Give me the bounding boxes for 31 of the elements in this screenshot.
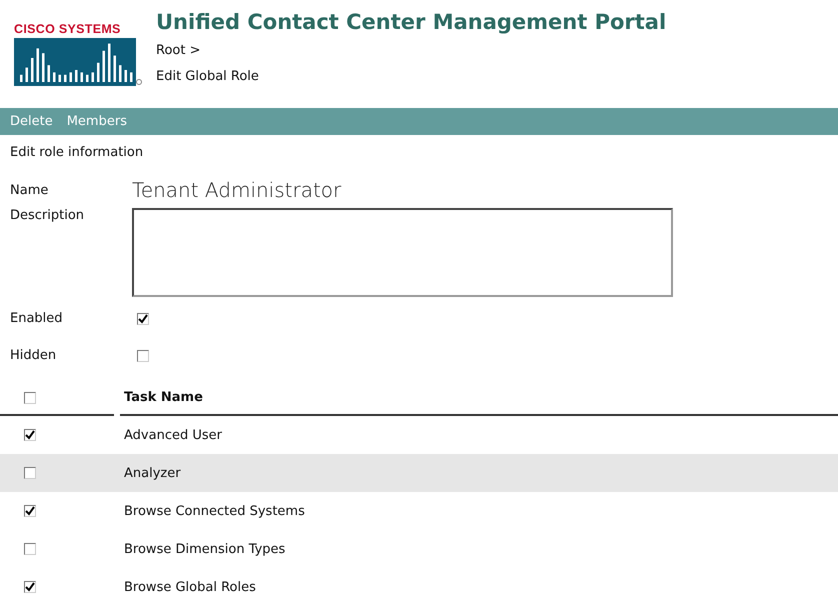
table-row[interactable]: Analyzer [0, 454, 838, 492]
table-row[interactable]: Browse Dimension Types [0, 530, 838, 568]
enabled-checkbox[interactable] [137, 312, 149, 324]
row-checkbox[interactable] [24, 543, 36, 555]
table-row[interactable]: Browse Connected Systems [0, 492, 838, 530]
page-title: Unified Contact Center Management Portal [156, 10, 666, 34]
field-label: Name [10, 182, 50, 198]
logo-text: CISCO SYSTEMS [14, 22, 122, 36]
task-name: Analyzer [123, 466, 181, 480]
field-label: Hidden [10, 348, 58, 363]
field-label: Enabled [10, 311, 64, 326]
select-all-checkbox[interactable] [24, 392, 36, 404]
table-row[interactable]: Browse Global Roles [0, 568, 838, 606]
task-name: Browse Connected Systems [123, 504, 305, 518]
logo-bars-icon [14, 38, 142, 86]
row-checkbox[interactable] [24, 581, 36, 593]
field-label: Description [10, 208, 86, 223]
breadcrumb-item[interactable]: Root > [156, 42, 666, 60]
hidden-checkbox[interactable] [137, 350, 149, 362]
task-name: Browse Dimension Types [123, 542, 286, 556]
row-checkbox[interactable] [24, 467, 36, 479]
breadcrumb-item: Edit Global Role [156, 68, 260, 86]
description-field[interactable] [132, 208, 673, 297]
name-value: Tenant Administrator [132, 178, 342, 202]
row-checkbox[interactable] [24, 505, 36, 517]
table-row[interactable]: Advanced User [0, 416, 838, 454]
task-name: Advanced User [123, 428, 222, 442]
column-header: Task Name [123, 390, 203, 405]
row-checkbox[interactable] [24, 429, 36, 441]
section-title: Edit role information [10, 145, 144, 160]
task-name: Browse Global Roles [123, 580, 256, 594]
